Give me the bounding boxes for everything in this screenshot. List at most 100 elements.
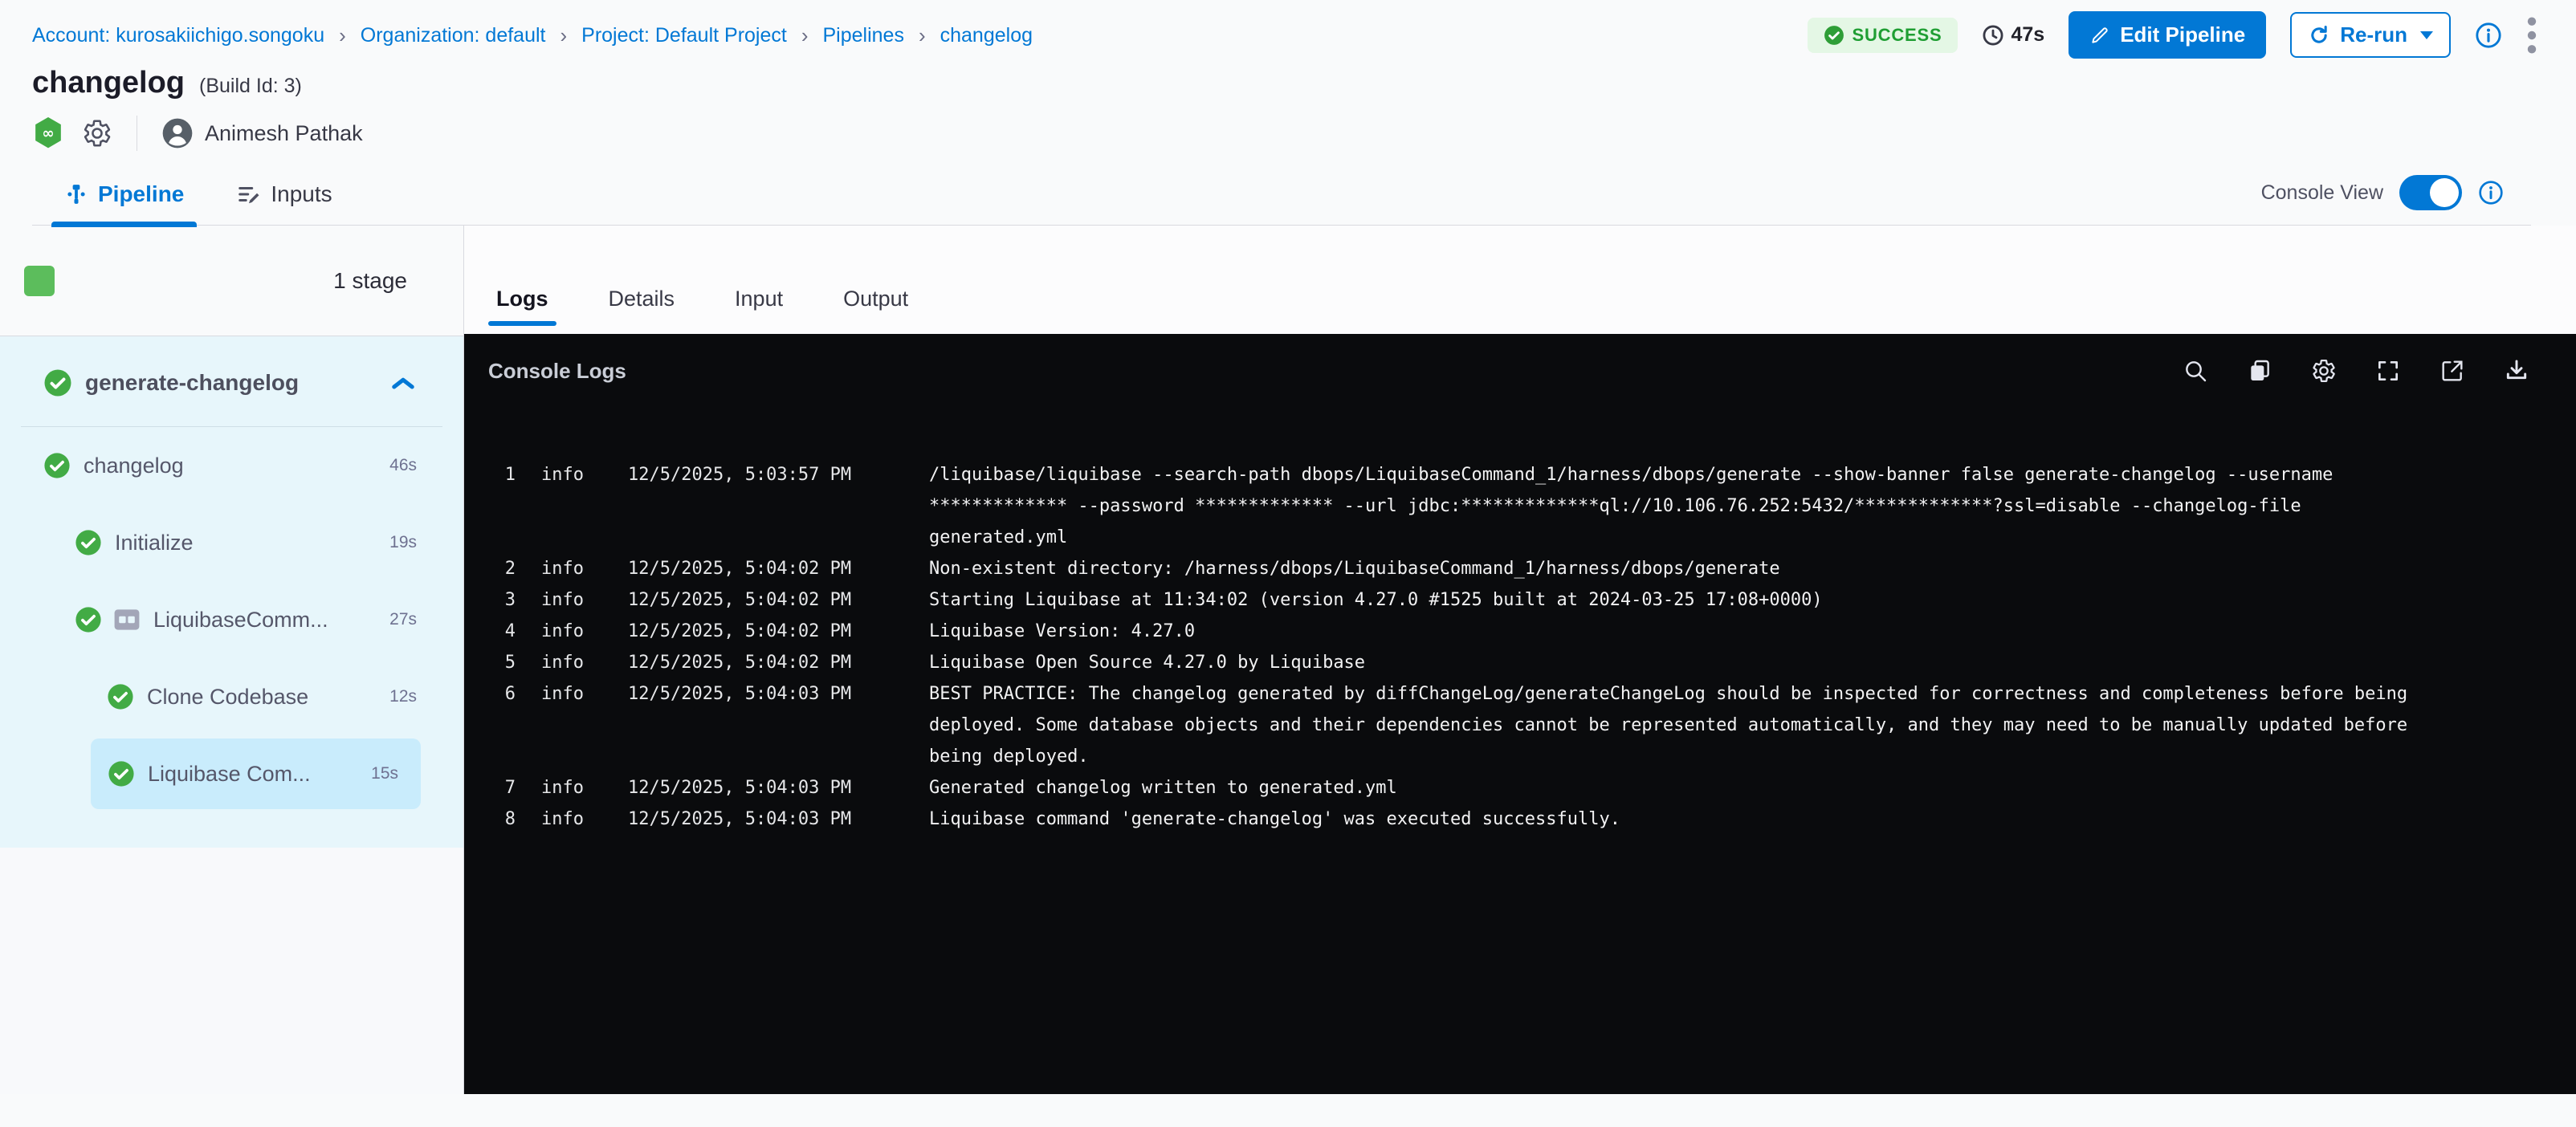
log-line: 3 info 12/5/2025, 5:04:02 PM Starting Li… <box>501 584 2576 616</box>
tab-output[interactable]: Output <box>835 287 916 334</box>
edit-pipeline-button[interactable]: Edit Pipeline <box>2069 11 2266 59</box>
tab-inputs[interactable]: Inputs <box>224 181 344 225</box>
rerun-button[interactable]: Re-run <box>2290 12 2451 58</box>
chevron-right-icon <box>801 25 809 46</box>
tab-input[interactable]: Input <box>727 287 791 334</box>
console-view-info-icon[interactable] <box>2478 180 2504 205</box>
log-level: info <box>541 616 599 647</box>
log-timestamp: 12/5/2025, 5:04:02 PM <box>628 647 869 678</box>
chevron-right-icon <box>919 25 926 46</box>
breadcrumb-pipelines[interactable]: Pipelines <box>823 24 904 47</box>
log-timestamp: 12/5/2025, 5:04:03 PM <box>628 772 869 804</box>
log-level: info <box>541 647 599 678</box>
stage-status-square[interactable] <box>24 266 55 296</box>
step-details-panel: Logs Details Input Output Console Logs <box>464 226 2576 1094</box>
fullscreen-icon[interactable] <box>2375 358 2401 384</box>
chevron-up-icon[interactable] <box>391 375 415 391</box>
step-name: changelog <box>84 454 380 478</box>
log-message: Liquibase Open Source 4.27.0 by Liquibas… <box>929 647 2447 678</box>
step-name: Liquibase Com... <box>148 762 361 787</box>
step-row-initialize[interactable]: Initialize 19s <box>0 504 463 581</box>
inputs-icon <box>237 182 261 206</box>
chevron-right-icon <box>560 25 567 46</box>
tab-logs[interactable]: Logs <box>488 287 556 334</box>
log-message: Non-existent directory: /harness/dbops/L… <box>929 553 2447 584</box>
log-message: Starting Liquibase at 11:34:02 (version … <box>929 584 2447 616</box>
step-row-clone-codebase[interactable]: Clone Codebase 12s <box>0 658 463 735</box>
log-level: info <box>541 678 599 710</box>
tab-details[interactable]: Details <box>601 287 683 334</box>
execution-sidebar: 1 stage generate-changelog changelog 4 <box>0 226 464 1094</box>
log-line: 6 info 12/5/2025, 5:04:03 PM BEST PRACTI… <box>501 678 2576 772</box>
log-line-number: 3 <box>501 584 516 616</box>
copy-icon[interactable] <box>2247 358 2272 384</box>
log-level: info <box>541 553 599 584</box>
open-in-new-icon[interactable] <box>2439 358 2465 384</box>
gear-icon[interactable] <box>82 118 112 149</box>
page-title: changelog <box>32 66 185 100</box>
log-line: 8 info 12/5/2025, 5:04:03 PM Liquibase c… <box>501 804 2576 835</box>
tab-pipeline[interactable]: Pipeline <box>51 181 197 225</box>
stage-name: generate-changelog <box>85 370 391 396</box>
check-circle-icon <box>1824 25 1844 46</box>
kebab-menu-icon[interactable] <box>2526 14 2537 56</box>
tab-inputs-label: Inputs <box>271 181 332 207</box>
log-line: 2 info 12/5/2025, 5:04:02 PM Non-existen… <box>501 553 2576 584</box>
build-duration: 47s <box>1982 23 2044 47</box>
check-circle-icon <box>75 606 102 633</box>
stage-count: 1 stage <box>333 268 407 294</box>
search-icon[interactable] <box>2183 358 2208 384</box>
stage-row-generate-changelog[interactable]: generate-changelog <box>0 341 463 425</box>
log-line-number: 6 <box>501 678 516 710</box>
console-view-toggle[interactable] <box>2399 175 2462 210</box>
log-level: info <box>541 459 599 490</box>
breadcrumb-account[interactable]: Account: kurosakiichigo.songoku <box>32 24 324 47</box>
console-header: Console Logs <box>464 334 2576 408</box>
caret-down-icon <box>2420 31 2433 39</box>
console-toolbar <box>2183 358 2529 384</box>
status-label: SUCCESS <box>1853 25 1942 46</box>
step-name: LiquibaseComm... <box>153 608 380 633</box>
log-level: info <box>541 584 599 616</box>
breadcrumb-pipeline-name[interactable]: changelog <box>940 24 1033 47</box>
settings-icon[interactable] <box>2311 358 2337 384</box>
step-row-liquibase-command-group[interactable]: LiquibaseComm... 27s <box>0 581 463 658</box>
breadcrumb-organization[interactable]: Organization: default <box>361 24 546 47</box>
console-view-control: Console View <box>2261 175 2504 210</box>
breadcrumb-project[interactable]: Project: Default Project <box>581 24 787 47</box>
selected-step-highlight: Liquibase Com... 15s <box>91 738 421 809</box>
log-timestamp: 12/5/2025, 5:04:02 PM <box>628 553 869 584</box>
log-timestamp: 12/5/2025, 5:03:57 PM <box>628 459 869 490</box>
log-message: Liquibase Version: 4.27.0 <box>929 616 2447 647</box>
step-duration: 12s <box>389 687 417 706</box>
log-timestamp: 12/5/2025, 5:04:02 PM <box>628 584 869 616</box>
build-id: (Build Id: 3) <box>199 75 302 98</box>
step-group-icon <box>113 608 141 631</box>
log-message: Liquibase command 'generate-changelog' w… <box>929 804 2447 835</box>
step-row-liquibase-command-selected[interactable]: Liquibase Com... 15s <box>0 735 463 812</box>
meta-row: ∞ Animesh Pathak <box>32 115 2531 152</box>
pencil-icon <box>2089 25 2110 46</box>
log-line: 7 info 12/5/2025, 5:04:03 PM Generated c… <box>501 772 2576 804</box>
download-icon[interactable] <box>2504 358 2529 384</box>
page-header: Account: kurosakiichigo.songoku Organiza… <box>0 0 2576 226</box>
log-level: info <box>541 772 599 804</box>
svg-text:∞: ∞ <box>42 125 54 142</box>
stage-counter: 1 stage <box>0 226 463 336</box>
edit-pipeline-label: Edit Pipeline <box>2120 22 2245 47</box>
log-message: /liquibase/liquibase --search-path dbops… <box>929 459 2447 553</box>
log-line-number: 8 <box>501 804 516 835</box>
step-duration: 46s <box>389 456 417 475</box>
log-line-number: 5 <box>501 647 516 678</box>
pipeline-icon <box>64 182 88 206</box>
log-line: 4 info 12/5/2025, 5:04:02 PM Liquibase V… <box>501 616 2576 647</box>
status-badge: SUCCESS <box>1808 18 1958 53</box>
log-timestamp: 12/5/2025, 5:04:03 PM <box>628 678 869 710</box>
toggle-knob <box>2430 178 2459 207</box>
step-row-changelog[interactable]: changelog 46s <box>0 427 463 504</box>
avatar <box>161 117 194 149</box>
title-row: changelog (Build Id: 3) <box>32 66 2531 100</box>
sidebar-empty-area <box>0 848 463 1094</box>
info-icon[interactable] <box>2475 22 2502 49</box>
view-tabbar: Pipeline Inputs Console View <box>32 163 2531 226</box>
